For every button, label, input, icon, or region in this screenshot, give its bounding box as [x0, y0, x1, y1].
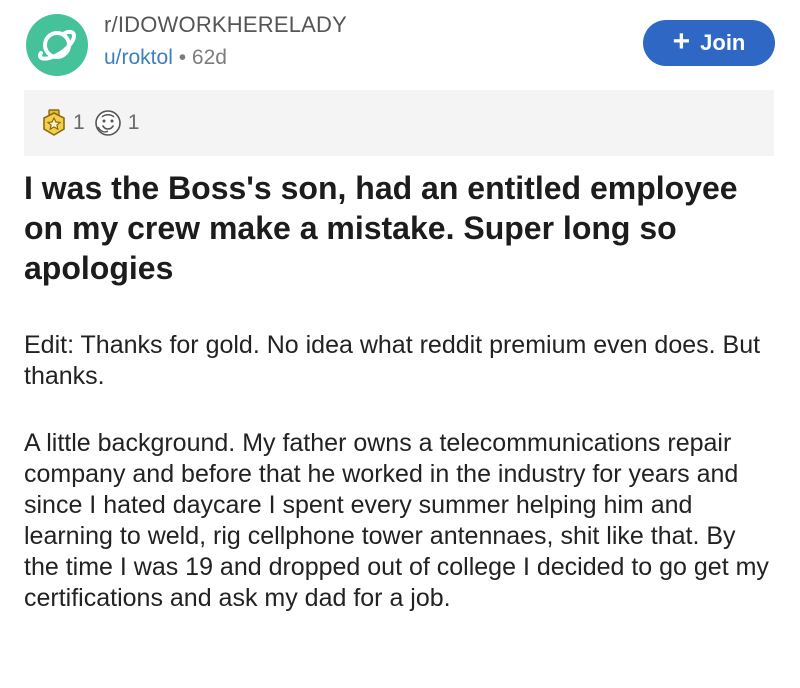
award-count: 1: [73, 111, 85, 134]
subreddit-name[interactable]: r/IDOWORKHERELADY: [104, 12, 347, 38]
post-age: 62d: [191, 46, 227, 69]
wholesome-award-icon: [94, 110, 121, 136]
post-header: r/IDOWORKHERELADY u/roktol • 62d + Join: [0, 0, 800, 90]
plus-icon: +: [672, 24, 691, 58]
subreddit-avatar[interactable]: [26, 14, 88, 76]
post-title[interactable]: I was the Boss's son, had an entitled em…: [24, 168, 764, 288]
award-wholesome[interactable]: 1: [93, 109, 140, 137]
post-body-paragraph: Edit: Thanks for gold. No idea what redd…: [24, 331, 761, 390]
post-meta: u/roktol • 62d: [104, 46, 227, 70]
awards-bar[interactable]: 1 1: [24, 90, 774, 156]
planet-icon: [38, 29, 76, 61]
award-count: 1: [127, 111, 140, 134]
award-gold[interactable]: 1: [40, 109, 85, 137]
meta-separator: •: [178, 46, 187, 69]
author-link[interactable]: u/roktol: [104, 46, 173, 69]
gold-award-icon: [43, 109, 65, 136]
join-button[interactable]: + Join: [643, 20, 775, 66]
post-body-paragraph: A little background. My father owns a te…: [24, 429, 769, 612]
join-label: Join: [700, 30, 746, 55]
